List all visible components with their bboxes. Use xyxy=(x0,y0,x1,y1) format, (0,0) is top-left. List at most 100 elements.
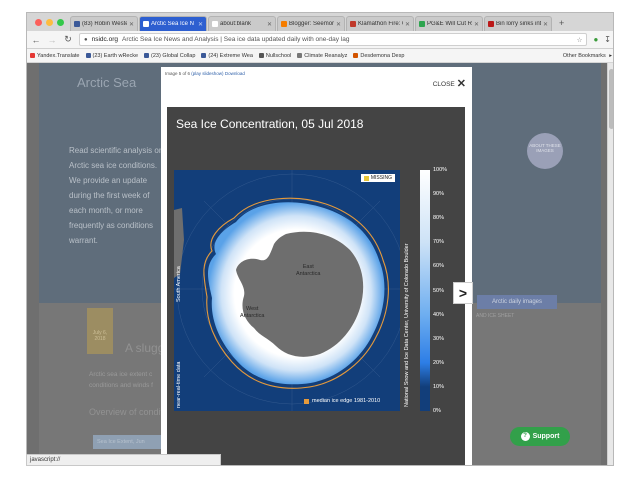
colorbar-tick-label: 100% xyxy=(433,167,448,173)
concentration-colorbar xyxy=(420,170,430,411)
next-image-button[interactable]: > xyxy=(453,282,473,304)
bookmark-favicon-icon xyxy=(144,53,150,58)
colorbar-tick-label: 40% xyxy=(433,311,445,318)
colorbar-tick-label: 20% xyxy=(433,359,445,366)
tab-close-icon[interactable]: ✕ xyxy=(474,21,479,28)
bookmarks-bar: Yandex.Translate (23) Earth wRecke (23) Gl… xyxy=(27,49,613,63)
browser-tab[interactable]: PG&E Will Cut Res✕ xyxy=(415,16,483,31)
tab-favicon-icon xyxy=(74,21,80,27)
nsidc-credit: National Snow and Ice Data Center, Unive… xyxy=(404,243,410,407)
image-counter: Image 5 of 6 xyxy=(165,71,191,76)
background-intro: Read scientific analysis on Arctic sea i… xyxy=(69,146,164,245)
window-controls xyxy=(27,19,70,31)
bookmark-favicon-icon xyxy=(30,53,35,58)
bookmark-favicon-icon xyxy=(297,53,303,58)
lightbox-dialog: Image 5 of 6 (play slideshow) Download C… xyxy=(161,67,472,465)
daily-images-button[interactable]: Arctic daily images xyxy=(477,295,557,309)
tab-label: Blogger: Seemorr xyxy=(289,21,334,27)
colorbar-tick-label: 0% xyxy=(433,408,441,414)
browser-tab[interactable]: about:blank ✕ xyxy=(208,16,276,31)
bookmark-label: Yandex.Translate xyxy=(37,52,80,59)
colorbar-tick-label: 90% xyxy=(433,191,445,198)
bookmark-item[interactable]: (23) Earth wRecke xyxy=(85,53,138,59)
tab-close-icon[interactable]: ✕ xyxy=(336,21,341,28)
slideshow-link[interactable]: (play slideshow) xyxy=(191,71,223,76)
tab-close-icon[interactable]: ✕ xyxy=(543,21,548,28)
help-icon: ? xyxy=(520,432,530,441)
bookmark-list: Yandex.Translate (23) Earth wRecke (23) Gl… xyxy=(30,53,404,59)
median-edge-label: median ice edge 1981-2010 xyxy=(312,398,381,404)
bookmark-item[interactable]: Nullschool xyxy=(258,52,292,59)
page-scrollbar[interactable] xyxy=(607,63,613,465)
colorbar-tick-label: 50% xyxy=(433,287,445,294)
bookmark-favicon-icon xyxy=(258,53,264,58)
bookmark-label: Climate Reanalyz xyxy=(304,52,348,59)
close-icon: ✕ xyxy=(456,78,466,90)
date-badge: July 6, 2018 xyxy=(87,308,113,354)
reload-icon[interactable]: ↻ xyxy=(63,34,73,45)
close-window-button[interactable] xyxy=(35,19,42,26)
bookmark-item[interactable]: (24) Extreme Wea xyxy=(201,53,253,59)
overview-heading: Overview of conditio xyxy=(89,407,171,417)
sea-ice-figure: Sea Ice Concentration, 05 Jul 2018 MISSI… xyxy=(167,107,465,465)
minimize-window-button[interactable] xyxy=(46,19,53,26)
browser-tab[interactable]: Bin lorry sinks into ✕ xyxy=(484,16,552,31)
browser-tab[interactable]: Klamathon Fire: O ✕ xyxy=(346,16,414,31)
tab-label: about:blank xyxy=(220,21,252,27)
missing-legend: MISSING xyxy=(360,174,395,182)
url-page-title: Arctic Sea Ice News and Analysis | Sea i… xyxy=(122,36,350,43)
address-bar[interactable]: ● nsidc.org Arctic Sea Ice News and Anal… xyxy=(79,33,588,46)
median-edge-swatch xyxy=(304,398,309,404)
close-button[interactable]: CLOSE ✕ xyxy=(432,78,466,90)
bookmark-item[interactable]: Desdemona Desp xyxy=(353,53,404,59)
page-content: Arctic Sea Read scientific analysis on A… xyxy=(27,63,613,465)
back-arrow-icon[interactable]: ← xyxy=(31,35,41,45)
median-edge-legend: median ice edge 1981-2010 xyxy=(304,398,380,404)
status-bar: javascript:// xyxy=(26,454,221,466)
tab-favicon-icon xyxy=(419,21,425,27)
colorbar-tick-label: 80% xyxy=(433,215,445,222)
missing-swatch xyxy=(363,175,369,181)
download-link[interactable]: Download xyxy=(225,71,245,76)
colorbar-tick-label: 30% xyxy=(433,335,445,342)
tab-favicon-icon xyxy=(281,21,287,27)
tab-close-icon[interactable]: ✕ xyxy=(267,21,272,28)
bookmark-item[interactable]: Climate Reanalyz xyxy=(297,53,347,59)
forward-arrow-icon[interactable]: → xyxy=(47,35,57,45)
tab-label: Arctic Sea Ice N xyxy=(151,21,195,27)
colorbar-tick-label: 70% xyxy=(433,239,445,246)
missing-label: MISSING xyxy=(370,175,392,181)
extension-icon[interactable]: ● xyxy=(593,35,598,44)
browser-tab[interactable]: Arctic Sea Ice N ✕ xyxy=(139,16,207,31)
bookmark-star-icon[interactable]: ☆ xyxy=(577,36,583,44)
colorbar-tick-label: 10% xyxy=(433,383,445,390)
support-button[interactable]: ? Support xyxy=(510,427,570,446)
browser-tab[interactable]: Blogger: Seemorr ✕ xyxy=(277,16,345,31)
bookmark-favicon-icon xyxy=(201,53,207,58)
tab-close-icon[interactable]: ✕ xyxy=(129,21,134,28)
bookmark-favicon-icon xyxy=(353,53,359,58)
download-icon[interactable]: ↧ xyxy=(604,35,611,44)
close-label: CLOSE xyxy=(432,81,455,88)
tab-close-icon[interactable]: ✕ xyxy=(405,21,410,28)
browser-tab[interactable]: (83) Robin Westen ✕ xyxy=(70,16,138,31)
about-images-circle[interactable]: ABOUT THESE IMAGES xyxy=(527,133,563,169)
bookmark-favicon-icon xyxy=(85,53,91,58)
tab-label: PG&E Will Cut Res xyxy=(427,21,472,27)
url-host: nsidc.org xyxy=(91,36,118,43)
lock-icon: ● xyxy=(84,36,88,43)
new-tab-button[interactable]: + xyxy=(553,18,570,31)
background-title: Arctic Sea xyxy=(77,75,137,90)
bookmark-label: Nullschool xyxy=(265,52,292,59)
other-bookmarks[interactable]: Other Bookmarks ▸ xyxy=(563,53,612,59)
tab-favicon-icon xyxy=(350,21,356,27)
bookmark-item[interactable]: Yandex.Translate xyxy=(30,53,80,59)
other-bookmarks-label: Other Bookmarks xyxy=(562,52,606,59)
bookmark-item[interactable]: (23) Global Collap xyxy=(144,53,195,59)
near-real-time-label: near-real-time data xyxy=(176,361,182,408)
maximize-window-button[interactable] xyxy=(57,19,64,26)
scrollbar-thumb[interactable] xyxy=(609,69,613,129)
post-excerpt: Arctic sea ice extent c conditions and w… xyxy=(89,371,153,389)
tab-close-icon[interactable]: ✕ xyxy=(198,21,203,28)
colorbar-tick-label: 60% xyxy=(433,263,445,270)
